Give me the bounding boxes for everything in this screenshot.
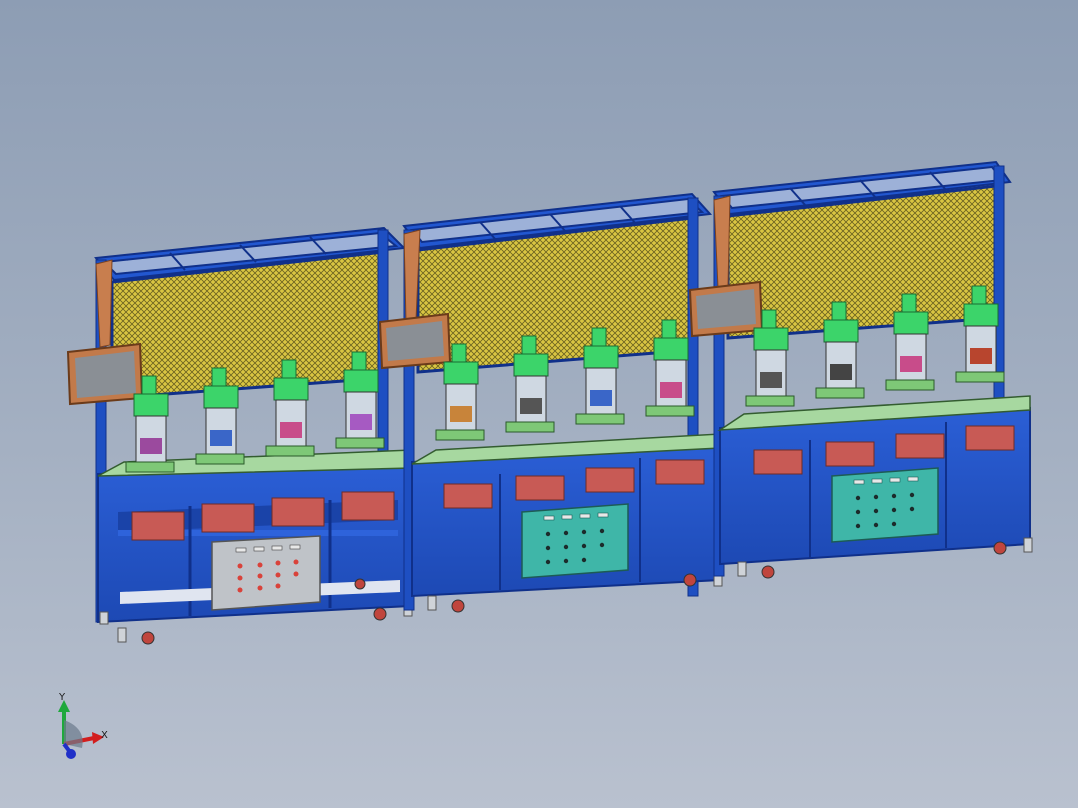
station-1[interactable] [66, 226, 413, 645]
station-2-control-panel[interactable] [521, 503, 629, 579]
station-1-monitor[interactable] [66, 342, 144, 406]
station-3-monitor[interactable] [688, 280, 764, 338]
coordinate-triad-icon: Y X [58, 692, 108, 759]
station-2-monitor[interactable] [378, 312, 452, 370]
station-3-control-panel[interactable] [831, 467, 939, 543]
station-2[interactable] [378, 192, 723, 613]
assembly-model[interactable]: Y X [0, 0, 1078, 808]
station-3[interactable] [688, 160, 1033, 579]
x-axis-label: X [101, 730, 108, 741]
station-1-control-panel[interactable] [211, 535, 321, 611]
y-axis-label: Y [58, 692, 66, 703]
cad-viewport[interactable]: Y X [0, 0, 1078, 808]
